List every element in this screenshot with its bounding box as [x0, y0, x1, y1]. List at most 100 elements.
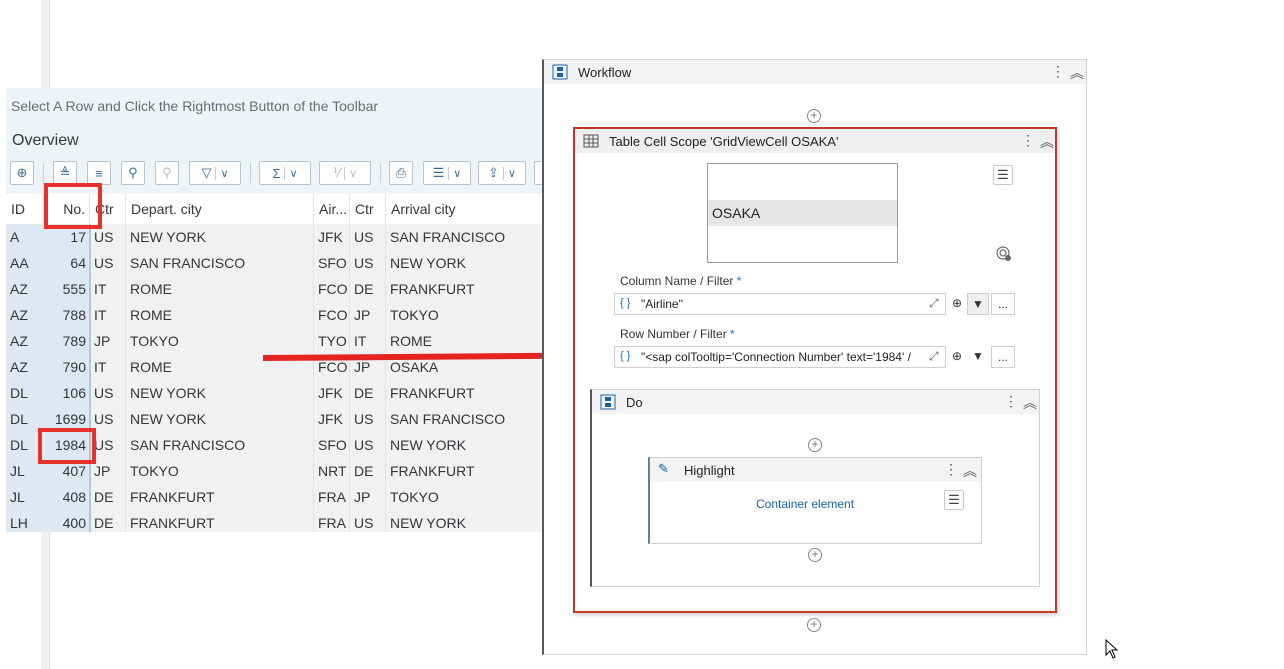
- cell-depart-city[interactable]: NEW YORK: [126, 380, 314, 406]
- find-icon[interactable]: ⚲: [121, 161, 145, 185]
- export-icon[interactable]: ⇪ ∨: [478, 161, 526, 185]
- cell-airport[interactable]: JFK: [314, 380, 350, 406]
- cell-no[interactable]: 789: [44, 328, 90, 354]
- cell-depart-city[interactable]: ROME: [126, 302, 314, 328]
- cell-airport[interactable]: TYO: [314, 328, 350, 354]
- cell-airport[interactable]: JFK: [314, 406, 350, 432]
- print-icon[interactable]: ⎙: [389, 161, 413, 185]
- sort-descending-icon[interactable]: ≡: [87, 161, 111, 185]
- sort-ascending-icon[interactable]: ≜: [53, 161, 77, 185]
- collapse-icon[interactable]: ︽: [1040, 132, 1054, 152]
- cell-depart-country[interactable]: IT: [90, 302, 126, 328]
- cell-depart-city[interactable]: TOKYO: [126, 458, 314, 484]
- column-header-airport[interactable]: Air...: [314, 194, 350, 224]
- cell-arrival-city[interactable]: NEW YORK: [386, 250, 564, 276]
- cell-depart-city[interactable]: SAN FRANCISCO: [126, 432, 314, 458]
- find-next-icon[interactable]: ⚲: [155, 161, 179, 185]
- view-icon[interactable]: ☰ ∨: [423, 161, 471, 185]
- cell-id[interactable]: LH: [6, 510, 44, 532]
- cell-no[interactable]: 790: [44, 354, 90, 380]
- column-header-ctr-2[interactable]: Ctr: [350, 194, 386, 224]
- cell-arrival-city[interactable]: SAN FRANCISCO: [386, 224, 564, 250]
- cell-arrival-country[interactable]: DE: [350, 458, 386, 484]
- cell-arrival-city[interactable]: TOKYO: [386, 302, 564, 328]
- cell-depart-city[interactable]: NEW YORK: [126, 406, 314, 432]
- dropdown-icon[interactable]: ▼: [967, 293, 989, 315]
- cell-depart-city[interactable]: SAN FRANCISCO: [126, 250, 314, 276]
- cell-depart-city[interactable]: ROME: [126, 276, 314, 302]
- cell-airport[interactable]: FCO: [314, 302, 350, 328]
- cell-depart-country[interactable]: DE: [90, 484, 126, 510]
- column-name-field[interactable]: { } "Airline" ⤢: [614, 293, 946, 315]
- more-options-icon[interactable]: ⋮: [1004, 393, 1018, 410]
- cell-depart-city[interactable]: FRANKFURT: [126, 510, 314, 532]
- cell-arrival-country[interactable]: US: [350, 224, 386, 250]
- cell-arrival-country[interactable]: US: [350, 406, 386, 432]
- cell-depart-country[interactable]: IT: [90, 276, 126, 302]
- cell-arrival-city[interactable]: FRANKFURT: [386, 276, 564, 302]
- cell-id[interactable]: AZ: [6, 328, 44, 354]
- collapse-icon[interactable]: ︽: [1023, 393, 1037, 413]
- cell-airport[interactable]: FRA: [314, 484, 350, 510]
- collapse-icon[interactable]: ︽: [963, 461, 977, 481]
- cell-airport[interactable]: SFO: [314, 250, 350, 276]
- cell-arrival-country[interactable]: JP: [350, 484, 386, 510]
- cell-depart-city[interactable]: TOKYO: [126, 328, 314, 354]
- cell-depart-country[interactable]: US: [90, 250, 126, 276]
- cell-arrival-country[interactable]: DE: [350, 380, 386, 406]
- cell-no[interactable]: 106: [44, 380, 90, 406]
- expand-icon[interactable]: ⤢: [929, 296, 939, 311]
- cell-arrival-country[interactable]: US: [350, 250, 386, 276]
- expand-icon[interactable]: ⤢: [929, 349, 939, 364]
- add-icon[interactable]: ⊕: [946, 346, 968, 368]
- cell-id[interactable]: JL: [6, 484, 44, 510]
- cell-arrival-city[interactable]: FRANKFURT: [386, 380, 564, 406]
- cell-depart-country[interactable]: JP: [90, 328, 126, 354]
- cell-arrival-country[interactable]: DE: [350, 276, 386, 302]
- container-element-link[interactable]: Container element: [756, 497, 854, 511]
- collapse-icon[interactable]: ︽: [1070, 63, 1084, 83]
- filter-icon[interactable]: ▽ ∨: [189, 161, 241, 185]
- sum-icon[interactable]: Σ ∨: [259, 161, 311, 185]
- add-activity-icon[interactable]: +: [807, 109, 821, 123]
- cell-arrival-city[interactable]: NEW YORK: [386, 510, 564, 532]
- column-header-id[interactable]: ID: [6, 194, 44, 224]
- more-options-icon[interactable]: ⋮: [1051, 63, 1065, 80]
- row-number-field[interactable]: { } "<sap colTooltip='Connection Number'…: [614, 346, 946, 368]
- cell-depart-city[interactable]: NEW YORK: [126, 224, 314, 250]
- cell-arrival-country[interactable]: US: [350, 432, 386, 458]
- add-icon[interactable]: ⊕: [946, 293, 968, 315]
- cell-airport[interactable]: FRA: [314, 510, 350, 532]
- add-activity-icon[interactable]: +: [808, 548, 822, 562]
- cell-airport[interactable]: SFO: [314, 432, 350, 458]
- dropdown-icon[interactable]: ▼: [967, 346, 989, 368]
- cell-arrival-country[interactable]: JP: [350, 302, 386, 328]
- cell-arrival-city[interactable]: TOKYO: [386, 484, 564, 510]
- target-icon[interactable]: [995, 245, 1013, 263]
- cell-arrival-city[interactable]: ROME: [386, 328, 564, 354]
- cell-no[interactable]: 408: [44, 484, 90, 510]
- highlight-activity[interactable]: ✎ Highlight ⋮ ︽ Container element ☰: [648, 457, 982, 544]
- subtotal-icon[interactable]: ⅟ ∨: [319, 161, 371, 185]
- add-activity-icon[interactable]: +: [808, 438, 822, 452]
- cell-arrival-city[interactable]: NEW YORK: [386, 432, 564, 458]
- more-options-icon[interactable]: ⋮: [1021, 132, 1035, 149]
- cell-id[interactable]: AZ: [6, 302, 44, 328]
- column-header-arrival-city[interactable]: Arrival city: [386, 194, 564, 224]
- column-name-more-button[interactable]: ...: [991, 293, 1015, 315]
- cell-id[interactable]: DL: [6, 380, 44, 406]
- cell-airport[interactable]: NRT: [314, 458, 350, 484]
- cell-arrival-country[interactable]: US: [350, 510, 386, 532]
- zoom-icon[interactable]: ⊕: [10, 161, 34, 185]
- cell-arrival-city[interactable]: FRANKFURT: [386, 458, 564, 484]
- cell-arrival-country[interactable]: IT: [350, 328, 386, 354]
- cell-id[interactable]: AZ: [6, 354, 44, 380]
- cell-depart-country[interactable]: IT: [90, 354, 126, 380]
- cell-airport[interactable]: JFK: [314, 224, 350, 250]
- cell-depart-city[interactable]: FRANKFURT: [126, 484, 314, 510]
- menu-icon[interactable]: ☰: [993, 165, 1013, 185]
- cell-depart-country[interactable]: DE: [90, 510, 126, 532]
- cell-arrival-city[interactable]: SAN FRANCISCO: [386, 406, 564, 432]
- cell-no[interactable]: 788: [44, 302, 90, 328]
- add-activity-icon[interactable]: +: [807, 618, 821, 632]
